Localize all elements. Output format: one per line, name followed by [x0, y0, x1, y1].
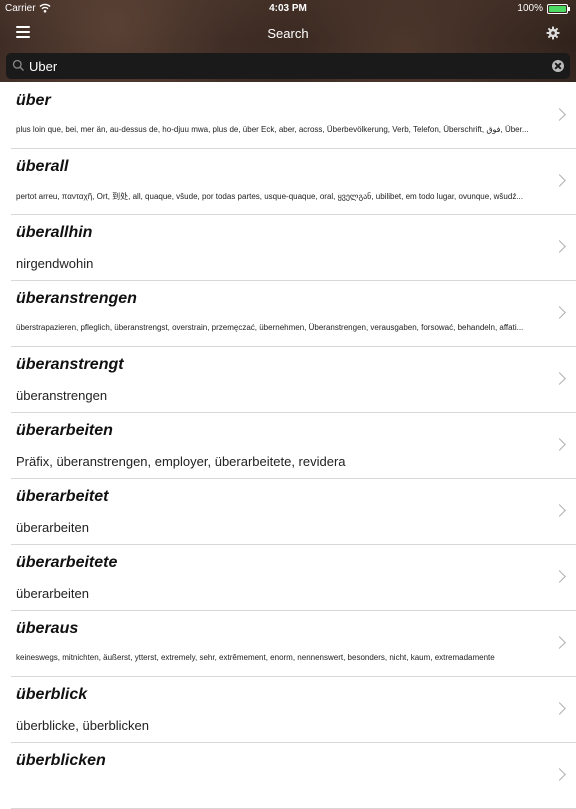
- chevron-right-icon: [553, 504, 566, 517]
- entry-word: überaus: [16, 620, 79, 637]
- chevron-right-icon: [553, 702, 566, 715]
- battery-icon: [547, 4, 570, 14]
- chevron-right-icon: [553, 372, 566, 385]
- gear-icon[interactable]: [546, 26, 560, 40]
- clock: 4:03 PM: [269, 3, 307, 14]
- chevron-right-icon: [553, 570, 566, 583]
- entry-definition: überanstrengen: [16, 388, 108, 403]
- entry-definition: überarbeiten: [16, 586, 89, 601]
- entry-word: überanstrengt: [16, 356, 124, 373]
- entry-word: überanstrengen: [16, 290, 137, 307]
- list-item[interactable]: überblicken: [11, 743, 576, 809]
- entry-definition: Präfix, überanstrengen, employer, überar…: [16, 454, 346, 469]
- chevron-right-icon: [553, 438, 566, 451]
- search-bar: [6, 53, 570, 79]
- entry-definition: keineswegs, mitnichten, äußerst, ytterst…: [16, 653, 495, 662]
- search-icon: [12, 59, 24, 71]
- entry-definition: nirgendwohin: [16, 256, 94, 271]
- search-input[interactable]: [29, 56, 529, 76]
- entry-definition: plus loin que, bei, mer än, au-dessus de…: [16, 125, 529, 134]
- list-item[interactable]: überblick überblicke, überblicken: [11, 677, 576, 743]
- battery-percent: 100%: [517, 3, 543, 14]
- entry-word: über: [16, 92, 51, 109]
- list-item[interactable]: überarbeitete überarbeiten: [11, 545, 576, 611]
- chevron-right-icon: [553, 636, 566, 649]
- entry-definition: überarbeiten: [16, 520, 89, 535]
- chevron-right-icon: [553, 174, 566, 187]
- entry-definition: überblicke, überblicken: [16, 718, 149, 733]
- list-item[interactable]: überanstrengen überstrapazieren, pfleglic…: [11, 281, 576, 347]
- list-item[interactable]: überanstrengt überanstrengen: [11, 347, 576, 413]
- chevron-right-icon: [553, 240, 566, 253]
- entry-word: überblick: [16, 686, 88, 703]
- list-item[interactable]: überaus keineswegs, mitnichten, äußerst, …: [11, 611, 576, 677]
- results-list: über plus loin que, bei, mer än, au-dessu…: [0, 83, 576, 809]
- nav-bar: Search: [0, 16, 576, 52]
- list-item[interactable]: überallhin nirgendwohin: [11, 215, 576, 281]
- list-item[interactable]: überarbeitet überarbeiten: [11, 479, 576, 545]
- entry-word: überall: [16, 158, 69, 175]
- list-item[interactable]: überarbeiten Präfix, überanstrengen, empl…: [11, 413, 576, 479]
- entry-definition: überstrapazieren, pfleglich, überanstren…: [16, 323, 524, 332]
- entry-word: überallhin: [16, 224, 93, 241]
- entry-word: überarbeitet: [16, 488, 109, 505]
- page-title: Search: [267, 26, 309, 41]
- clear-search-icon[interactable]: [552, 60, 564, 72]
- entry-word: überarbeitete: [16, 554, 118, 571]
- entry-word: überarbeiten: [16, 422, 113, 439]
- top-bar: Carrier 4:03 PM 100% Search: [0, 0, 576, 82]
- list-item[interactable]: überall pertot arreu, πανταχῆ, Ort, 到处, a…: [11, 149, 576, 215]
- chevron-right-icon: [553, 306, 566, 319]
- status-bar: Carrier 4:03 PM 100%: [0, 0, 576, 16]
- entry-definition: pertot arreu, πανταχῆ, Ort, 到处, all, qua…: [16, 192, 523, 201]
- entry-word: überblicken: [16, 752, 106, 769]
- chevron-right-icon: [553, 768, 566, 781]
- list-item[interactable]: über plus loin que, bei, mer än, au-dessu…: [11, 83, 576, 149]
- chevron-right-icon: [553, 108, 566, 121]
